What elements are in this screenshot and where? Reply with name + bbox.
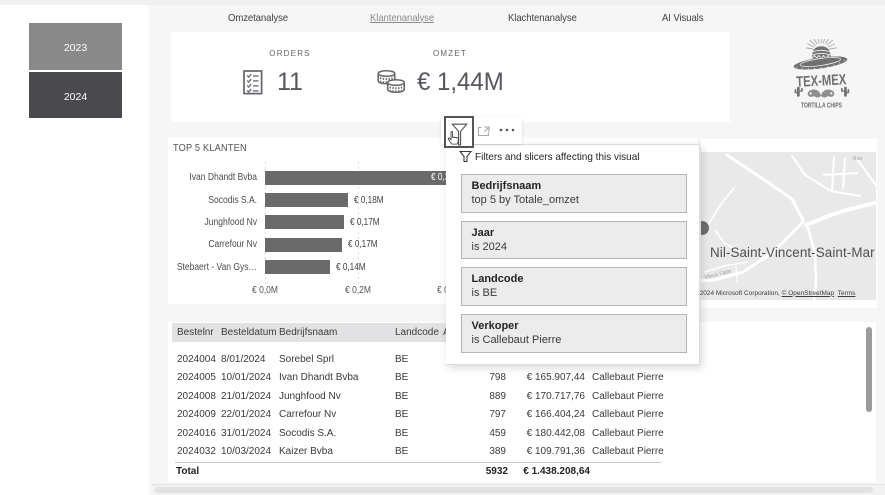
svg-text:TORTILLA CHIPS: TORTILLA CHIPS	[801, 100, 842, 109]
svg-text:Rue: Rue	[853, 156, 862, 162]
svg-text:Nil-Saint-Vincent-Saint-Mar: Nil-Saint-Vincent-Saint-Mar	[710, 245, 875, 260]
svg-text:TEX-MEX: TEX-MEX	[796, 71, 847, 91]
